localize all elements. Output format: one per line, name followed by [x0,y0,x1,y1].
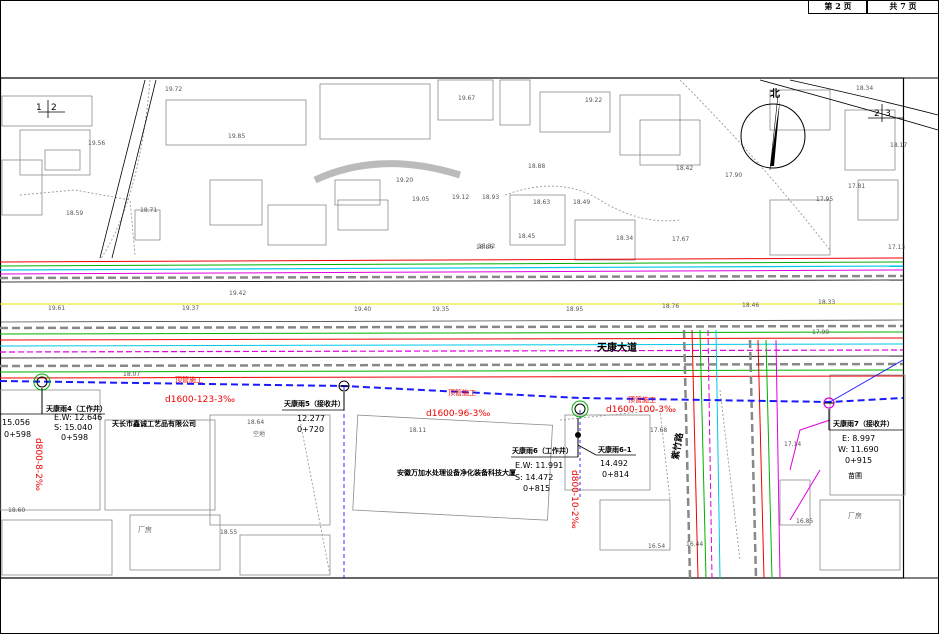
spot-height: 19.85 [228,133,245,140]
road-name: 天康大道 [597,341,637,354]
well-7-line2: W: 11.690 [838,445,879,454]
spot-height: 17.14 [784,441,801,448]
well-5-line2: 0+720 [297,425,324,434]
well-7-line3: 0+915 [845,456,872,465]
spot-height: 18.45 [518,233,535,240]
spot-height: 19.22 [585,97,602,104]
place-tower: 安徽万加水处理设备净化装备科技大厦 [397,468,517,477]
spot-height: 19.42 [229,290,246,297]
spot-height: 18.11 [409,427,426,434]
spot-height: 17.81 [848,183,865,190]
spot-height: 17.90 [725,172,742,179]
well-6-name: 天康雨6（工作井） [512,446,573,455]
section-label-3: 顶管施工 [628,395,656,404]
north-arrow [740,94,806,171]
spot-height: 18.95 [566,306,583,313]
place-company: 天长市鑫诚工艺品有限公司 [112,419,196,428]
spot-height: 18.33 [818,299,835,306]
spot-height: 18.07 [123,371,140,378]
plan-drawing: 1 2 2 3 北 19.72 19.85 19.67 19.22 19.56 19.20… [0,0,939,634]
spot-height: 19.56 [88,140,105,147]
spot-height: 17.68 [650,427,667,434]
spot-height: 18.46 [742,302,759,309]
match-lines [38,100,903,122]
spot-height: 16.54 [648,543,665,550]
spot-height: 19.37 [182,305,199,312]
well-6-line2: S: 14.472 [515,473,553,482]
road-utilities [0,257,904,379]
spot-height: 19.67 [458,95,475,102]
side-road-name: 紫竹路 [669,431,686,461]
well-5-line1: 12.277 [297,414,325,423]
spot-height: 18.64 [247,419,264,426]
pipe-label-3: d1600-100-3‰ [606,405,676,415]
match-right-a: 2 [874,109,880,119]
spot-height: 18.93 [482,194,499,201]
spot-height: 18.32 [478,243,495,250]
well-5-name: 天康雨5（接收井） [284,399,345,408]
spot-height: 18.42 [676,165,693,172]
pipe-label-2: d1600-96-3‰ [426,409,490,419]
spot-height: 19.72 [165,86,182,93]
curved-road [759,79,939,131]
spot-height: 18.59 [66,210,83,217]
spot-height: 18.60 [8,507,25,514]
spot-height: 16.85 [796,518,813,525]
left-stub-1: 15.056 [2,418,30,427]
spot-height: 18.17 [890,142,907,149]
pipe-label-5: d800-8-2‰ [33,438,43,491]
spot-height: 19.35 [432,306,449,313]
cross-road-utilities [682,329,831,579]
section-label-2: 顶管施工 [448,388,476,397]
match-left-a: 1 [36,103,42,113]
well-6-1-name: 天康雨6-1 [598,445,632,454]
well-7-name: 天康雨7（接收井） [833,419,894,428]
spot-height: 17.99 [812,329,829,336]
well-4-name: 天康雨4（工作井） [46,404,107,413]
well-6-line1: E.W: 11.991 [515,461,563,470]
match-right-b: 3 [885,109,891,119]
well-6-1-line2: 0+814 [602,470,629,479]
spot-height: 19.12 [452,194,469,201]
well-4-line1: E.W: 12.646 [54,413,102,422]
place-factory-1: 厂房 [138,525,152,534]
spot-height: 17.95 [816,196,833,203]
well-6-line3: 0+815 [523,484,550,493]
spot-height: 18.55 [220,529,237,536]
arc-hatch [313,160,462,184]
spot-height: 18.63 [533,199,550,206]
pipe-label-1: d1600-123-3‰ [165,395,235,405]
spot-height: 19.40 [354,306,371,313]
section-label-1: 顶管施工 [175,375,203,384]
well-4-line2: S: 15.040 [54,423,92,432]
north-label: 北 [770,87,780,100]
place-nursery: 苗圃 [848,472,862,480]
access-road [99,79,157,259]
spot-height: 17.67 [672,236,689,243]
well-7-line1: E: 8.997 [842,434,875,443]
spot-height: 18.76 [662,303,679,310]
spot-height: 17.13 [888,244,905,251]
drawing-sheet: 第 2 页 共 7 页 1 2 2 3 北 19.72 19.85 19.67 … [0,0,939,634]
place-vacant: 空地 [253,430,265,438]
left-stub-2: 0+598 [4,430,31,439]
spot-height: 18.34 [616,235,633,242]
spot-height: 18.88 [528,163,545,170]
well-6-1-line1: 14.492 [600,459,628,468]
match-left-b: 2 [51,103,57,113]
spot-height: 18.34 [856,85,873,92]
spot-height: 18.49 [573,199,590,206]
spot-height: 19.20 [396,177,413,184]
spot-height: 19.05 [412,196,429,203]
spot-height: 19.61 [48,305,65,312]
well-4-line3: 0+598 [61,433,88,442]
spot-height: 16.44 [686,541,703,548]
place-factory-2: 厂房 [848,511,862,520]
pipe-label-4: d800-10-2‰ [569,470,579,529]
spot-height: 18.71 [140,207,157,214]
